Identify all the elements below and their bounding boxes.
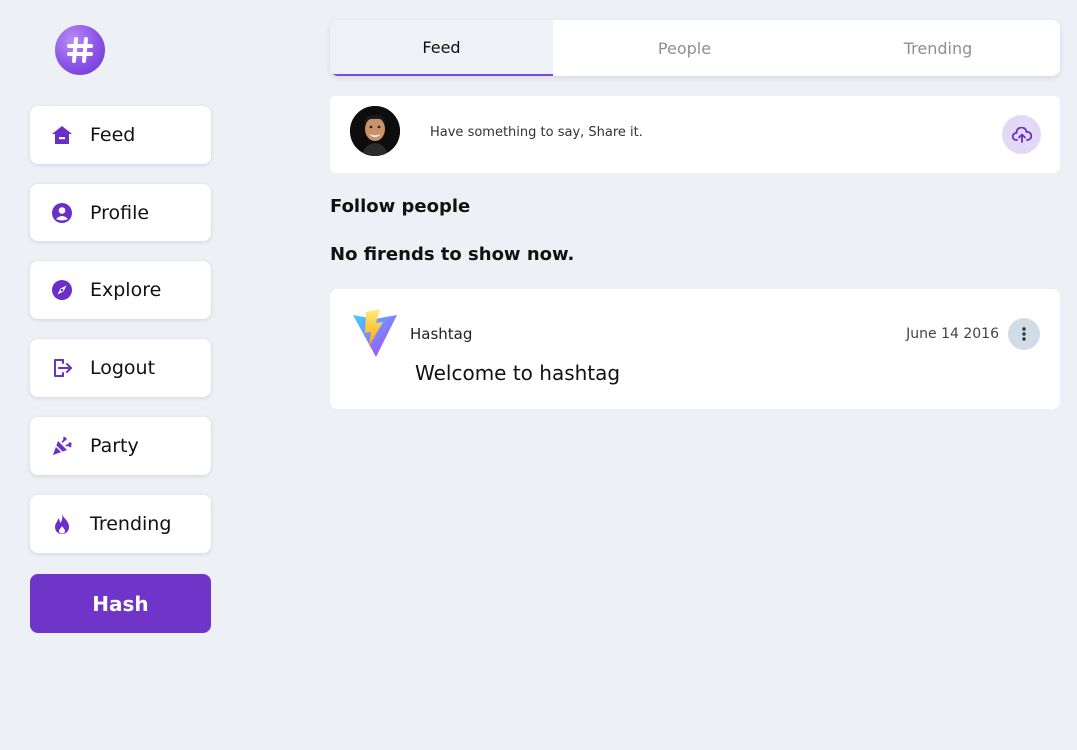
- sidebar-item-label: Feed: [90, 124, 136, 146]
- tab-trending[interactable]: Trending: [816, 20, 1060, 76]
- hash-button[interactable]: Hash: [30, 574, 211, 633]
- sidebar-item-label: Party: [90, 435, 139, 457]
- home-icon: [51, 124, 73, 146]
- sidebar-item-explore[interactable]: Explore: [30, 261, 211, 319]
- sidebar-nav: Feed Profile Explore Logout Party Trendi…: [30, 106, 211, 573]
- post-author[interactable]: Hashtag: [410, 325, 472, 343]
- compass-icon: [51, 279, 73, 301]
- more-vertical-icon[interactable]: [1008, 318, 1040, 350]
- app-root: Feed Profile Explore Logout Party Trendi…: [0, 0, 1077, 750]
- post-date: June 14 2016: [906, 326, 999, 342]
- tab-people[interactable]: People: [553, 20, 816, 76]
- empty-friends-message: No firends to show now.: [330, 244, 575, 265]
- post-composer[interactable]: Have something to say, Share it.: [330, 96, 1060, 173]
- post-card: Hashtag June 14 2016 Welcome to hashtag: [330, 289, 1060, 409]
- sidebar-item-party[interactable]: Party: [30, 417, 211, 475]
- fire-icon: [51, 513, 73, 535]
- sidebar-item-label: Trending: [90, 513, 172, 535]
- post-body: Welcome to hashtag: [415, 361, 621, 385]
- follow-people-heading: Follow people: [330, 196, 471, 217]
- vite-logo-icon: [352, 308, 398, 358]
- hashtag-logo-icon[interactable]: [55, 25, 105, 75]
- sidebar-item-feed[interactable]: Feed: [30, 106, 211, 164]
- logout-icon: [51, 357, 73, 379]
- sidebar-item-label: Explore: [90, 279, 162, 301]
- avatar[interactable]: [350, 106, 400, 156]
- tab-feed[interactable]: Feed: [330, 20, 553, 76]
- sidebar-item-label: Profile: [90, 201, 150, 224]
- cloud-upload-icon[interactable]: [1002, 115, 1041, 154]
- composer-prompt[interactable]: Have something to say, Share it.: [430, 125, 643, 140]
- sidebar-item-trending[interactable]: Trending: [30, 495, 211, 553]
- user-icon: [51, 202, 73, 224]
- sidebar-item-label: Logout: [90, 357, 156, 379]
- sidebar-item-profile[interactable]: Profile: [30, 184, 211, 241]
- feed-tabs: Feed People Trending: [330, 20, 1060, 76]
- sidebar-item-logout[interactable]: Logout: [30, 339, 211, 397]
- party-popper-icon: [51, 435, 73, 457]
